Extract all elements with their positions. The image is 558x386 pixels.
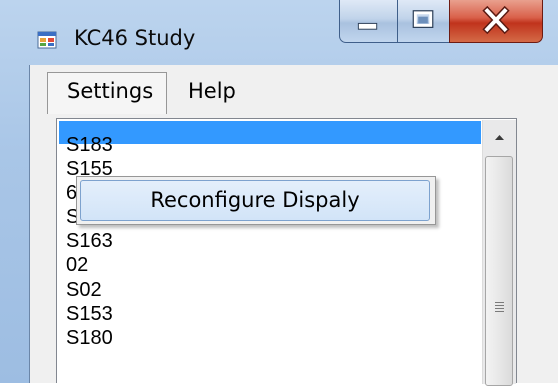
minimize-button[interactable] — [339, 0, 398, 43]
menu-bar: Settings Help — [30, 65, 558, 114]
list-item[interactable]: S163 — [66, 229, 113, 253]
client-area: Settings Help S183 S155 6 S06 S163 02 S0… — [29, 65, 558, 386]
scroll-thumb-grip-icon — [495, 302, 504, 314]
scroll-thumb[interactable] — [485, 156, 513, 386]
selected-row-highlight[interactable] — [59, 121, 481, 144]
list-item[interactable]: 02 — [66, 253, 113, 277]
items-listbox[interactable]: S183 S155 6 S06 S163 02 S02 S153 S180 — [56, 118, 517, 386]
menu-item-reconfigure-display[interactable]: Reconfigure Dispaly — [80, 180, 430, 221]
list-item[interactable]: S02 — [66, 278, 113, 302]
app-window: KC46 Study Settings Help S183 S155 6 S16… — [0, 0, 558, 386]
menu-help[interactable]: Help — [188, 79, 236, 103]
window-title: KC46 Study — [74, 26, 196, 50]
list-item[interactable]: S183 — [66, 133, 113, 157]
menu-settings[interactable]: Settings — [47, 72, 167, 114]
maximize-icon — [412, 10, 434, 28]
scroll-up-button[interactable] — [483, 120, 516, 154]
close-icon — [482, 5, 510, 35]
settings-dropdown-menu: Reconfigure Dispaly — [76, 176, 436, 225]
close-button[interactable] — [449, 0, 543, 43]
maximize-button[interactable] — [397, 0, 450, 43]
app-icon[interactable] — [37, 30, 57, 50]
list-item[interactable]: S180 — [66, 326, 113, 350]
vertical-scrollbar[interactable] — [482, 120, 516, 386]
scroll-up-arrow-icon — [495, 135, 504, 140]
title-bar[interactable]: KC46 Study — [0, 0, 558, 66]
list-items: S183 S155 6 S06 S163 02 S02 S153 S180 — [66, 133, 113, 350]
minimize-icon — [357, 22, 378, 30]
list-item[interactable]: S153 — [66, 302, 113, 326]
